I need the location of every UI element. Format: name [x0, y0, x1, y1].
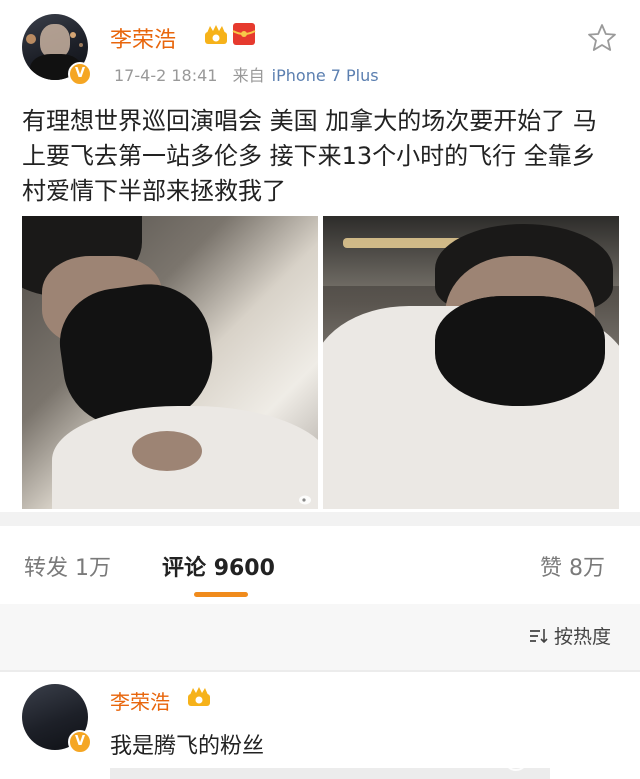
repost-tab[interactable]: 转发 1万	[24, 550, 111, 582]
red-packet-icon[interactable]	[232, 22, 256, 46]
photo2-face-mask-front	[435, 296, 605, 406]
comment-crown-member-icon	[188, 687, 210, 706]
star-icon[interactable]	[586, 22, 618, 54]
avatar-background-lights	[26, 34, 36, 44]
post-time: 17-4-2 18:41	[114, 66, 218, 85]
sort-icon	[530, 629, 548, 644]
post-source[interactable]: iPhone 7 Plus	[272, 66, 379, 85]
comment-reply-preview	[110, 768, 550, 779]
active-tab-indicator	[194, 592, 248, 597]
like-count: 8万	[569, 556, 606, 581]
comment-tab[interactable]: 评论 9600	[162, 550, 275, 582]
repost-label: 转发	[24, 556, 69, 581]
platform-watermark-icon	[504, 747, 528, 771]
comment-author-name[interactable]: 李荣浩	[110, 686, 170, 715]
author-name[interactable]: 李荣浩	[110, 22, 176, 54]
crown-member-icon[interactable]	[203, 24, 229, 46]
avatar-face	[40, 24, 70, 58]
comment-divider	[0, 670, 640, 672]
verified-badge: V	[68, 62, 92, 86]
like-label: 赞	[540, 556, 563, 581]
post-text: 有理想世界巡回演唱会 美国 加拿大的场次要开始了 马上要飞去第一站多伦多 接下来…	[22, 107, 597, 205]
like-tab[interactable]: 赞 8万	[540, 550, 605, 582]
sort-button[interactable]: 按热度	[528, 622, 611, 649]
post-photo-1[interactable]	[22, 216, 318, 509]
comment-text: 我是腾飞的粉丝	[110, 734, 265, 759]
comment-label: 评论	[162, 556, 207, 581]
comment-count: 9600	[213, 556, 275, 581]
sort-label: 按热度	[554, 626, 612, 648]
weibo-watermark-icon	[299, 495, 311, 505]
section-divider	[0, 512, 640, 526]
repost-count: 1万	[75, 556, 112, 581]
comment-verified-badge: V	[68, 730, 92, 754]
post-source-prefix: 来自	[232, 66, 265, 85]
photo1-hand	[132, 431, 202, 471]
post-photo-2[interactable]	[323, 216, 619, 509]
post-meta: 17-4-2 18:41 来自 iPhone 7 Plus	[114, 62, 379, 86]
